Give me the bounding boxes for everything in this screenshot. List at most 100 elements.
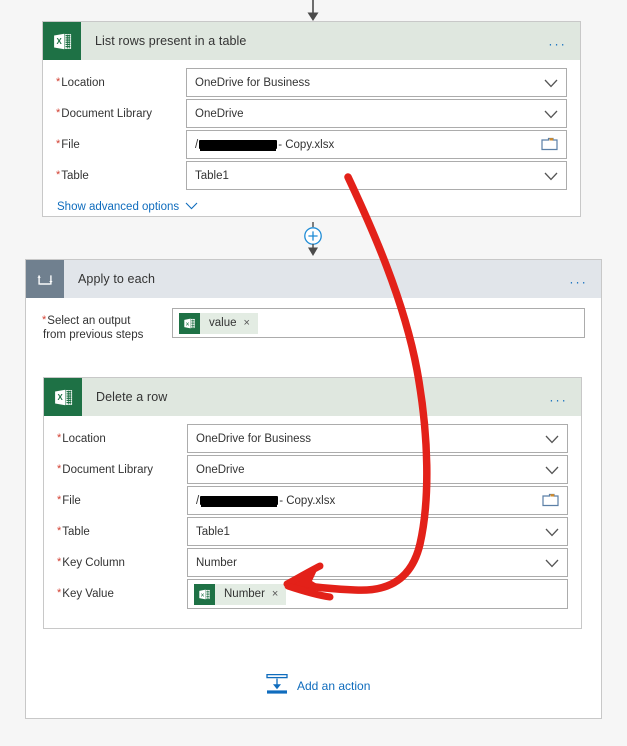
document-library-dropdown[interactable]: OneDrive	[186, 99, 567, 128]
card-list-rows-present-in-a-table[interactable]: X List rows present in a table ... *Loca…	[42, 21, 581, 217]
file-picker-field[interactable]: / - Copy.xlsx	[186, 130, 567, 159]
field-value: OneDrive	[196, 463, 245, 476]
required-asterisk: *	[57, 494, 62, 506]
card-delete-a-row[interactable]: X Delete a row ... *Location OneDrive fo…	[43, 377, 582, 629]
required-asterisk: *	[57, 525, 62, 537]
excel-icon: X	[44, 378, 82, 416]
card-title: Delete a row	[96, 390, 168, 404]
field-label: *Key Column	[57, 556, 125, 569]
required-asterisk: *	[56, 76, 61, 88]
field-label: *Document Library	[57, 463, 154, 476]
field-value: - Copy.xlsx	[278, 138, 335, 151]
token-value[interactable]: X Number ×	[194, 583, 287, 605]
token-label: Number	[224, 588, 265, 600]
key-value-field[interactable]: X Number ×	[187, 579, 568, 609]
field-label: *File	[56, 138, 80, 151]
redacted-filename: /	[196, 495, 279, 507]
card-more-menu[interactable]: ...	[550, 391, 568, 404]
card-apply-to-each[interactable]: Apply to each ... *Select an output from…	[25, 259, 602, 719]
field-label: *Table	[56, 169, 89, 182]
field-label: *Document Library	[56, 107, 153, 120]
file-picker-field[interactable]: / - Copy.xlsx	[187, 486, 568, 515]
required-asterisk: *	[57, 432, 62, 444]
card-header[interactable]: Apply to each ...	[26, 260, 601, 298]
token-label: value	[209, 317, 237, 329]
card-body: *Location OneDrive for Business *Documen…	[43, 60, 580, 225]
field-value: OneDrive for Business	[195, 76, 311, 89]
required-asterisk: *	[56, 107, 61, 119]
close-icon[interactable]: ×	[272, 588, 278, 600]
field-row-select-output: *Select an output from previous steps X	[42, 308, 585, 342]
redacted-filename: /	[195, 139, 278, 151]
chevron-down-icon	[545, 435, 559, 443]
field-label: *Location	[57, 432, 106, 445]
field-row-key-column: *Key Column Number	[57, 548, 568, 578]
folder-icon[interactable]	[541, 136, 558, 153]
chevron-down-icon	[545, 528, 559, 536]
excel-icon: X	[194, 583, 215, 605]
required-asterisk: *	[56, 169, 61, 181]
select-output-field[interactable]: X value ×	[172, 308, 585, 338]
card-title: List rows present in a table	[95, 34, 247, 48]
chevron-down-icon	[545, 466, 559, 474]
field-row-key-value: *Key Value X Number ×	[57, 579, 568, 609]
location-dropdown[interactable]: OneDrive for Business	[187, 424, 568, 453]
close-icon[interactable]: ×	[244, 317, 250, 329]
field-label: *Key Value	[57, 587, 114, 600]
field-row-document-library: *Document Library OneDrive	[56, 99, 567, 129]
field-row-table: *Table Table1	[57, 517, 568, 547]
card-more-menu[interactable]: ...	[570, 273, 588, 286]
field-value: Table1	[196, 525, 230, 538]
chevron-down-icon	[545, 559, 559, 567]
mid-connector-arrow	[303, 222, 323, 262]
field-row-document-library: *Document Library OneDrive	[57, 455, 568, 485]
card-title: Apply to each	[78, 272, 156, 286]
field-value: - Copy.xlsx	[279, 494, 336, 507]
field-value: Table1	[195, 169, 229, 182]
field-value: Number	[196, 556, 237, 569]
required-asterisk: *	[42, 314, 47, 326]
chevron-down-icon	[544, 110, 558, 118]
chevron-down-icon	[544, 79, 558, 87]
field-label: *Table	[57, 525, 90, 538]
folder-icon[interactable]	[542, 492, 559, 509]
required-asterisk: *	[57, 556, 62, 568]
add-action-icon	[266, 673, 288, 697]
chevron-down-icon	[185, 201, 198, 213]
key-column-dropdown[interactable]: Number	[187, 548, 568, 577]
svg-text:X: X	[56, 37, 62, 46]
required-asterisk: *	[57, 587, 62, 599]
field-row-table: *Table Table1	[56, 161, 567, 191]
field-label: *Select an output from previous steps	[42, 314, 144, 341]
required-asterisk: *	[56, 138, 61, 150]
field-row-location: *Location OneDrive for Business	[57, 424, 568, 454]
add-an-action-label: Add an action	[297, 678, 371, 693]
add-an-action-button[interactable]: Add an action	[266, 673, 371, 697]
field-label: *Location	[56, 76, 105, 89]
show-advanced-options-link[interactable]: Show advanced options	[57, 201, 198, 213]
card-header[interactable]: X List rows present in a table ...	[43, 22, 580, 60]
card-header[interactable]: X Delete a row ...	[44, 378, 581, 416]
table-dropdown[interactable]: Table1	[186, 161, 567, 190]
field-value: OneDrive for Business	[196, 432, 312, 445]
card-more-menu[interactable]: ...	[549, 35, 567, 48]
field-row-file: *File / - Copy.xlsx	[57, 486, 568, 516]
show-advanced-options-label: Show advanced options	[57, 201, 180, 213]
chevron-down-icon	[544, 172, 558, 180]
table-dropdown[interactable]: Table1	[187, 517, 568, 546]
field-value: OneDrive	[195, 107, 244, 120]
location-dropdown[interactable]: OneDrive for Business	[186, 68, 567, 97]
svg-text:X: X	[57, 393, 63, 402]
token-value[interactable]: X value ×	[179, 312, 258, 334]
card-body: *Select an output from previous steps X	[26, 298, 601, 342]
field-row-location: *Location OneDrive for Business	[56, 68, 567, 98]
card-body: *Location OneDrive for Business *Documen…	[44, 416, 581, 620]
loop-icon	[26, 260, 64, 298]
field-row-file: *File / - Copy.xlsx	[56, 130, 567, 160]
document-library-dropdown[interactable]: OneDrive	[187, 455, 568, 484]
field-label: *File	[57, 494, 81, 507]
required-asterisk: *	[57, 463, 62, 475]
excel-icon: X	[43, 22, 81, 60]
excel-icon: X	[179, 312, 200, 334]
flow-designer-canvas: X List rows present in a table ... *Loca…	[0, 0, 627, 746]
